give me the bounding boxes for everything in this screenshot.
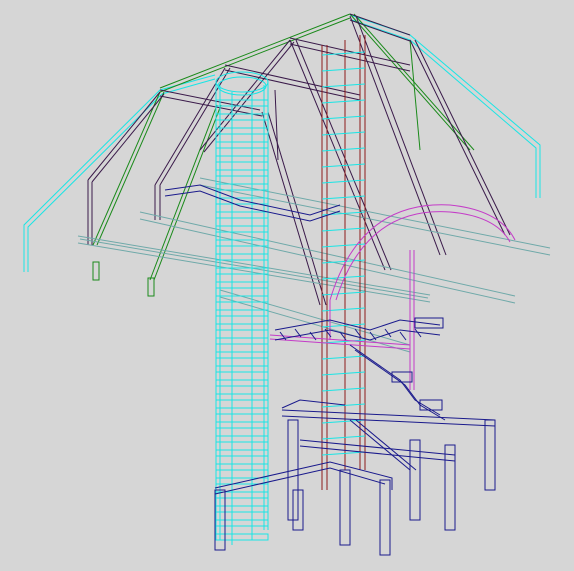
column-tie (215, 113, 269, 121)
column-tie (321, 227, 366, 232)
column-tie (321, 435, 366, 440)
column-tie (215, 239, 269, 247)
foundation-pier (379, 479, 391, 556)
column-tie (215, 211, 269, 219)
column-tie (215, 337, 269, 345)
column-tie (215, 141, 269, 149)
foundation-pier (484, 419, 496, 491)
column-tie (215, 463, 269, 471)
column-tie (215, 197, 269, 205)
stair-tread (399, 331, 407, 341)
column-tie (321, 83, 366, 88)
column-tie (321, 323, 366, 328)
column-tie (215, 351, 269, 359)
column-tie (321, 179, 366, 184)
wireframe-structure (23, 13, 551, 556)
foundation-pier (444, 444, 456, 531)
column-tie (215, 519, 269, 527)
foundation-pier (409, 439, 421, 521)
column-tie (321, 307, 366, 312)
column-tie (215, 295, 269, 303)
column-tie (321, 451, 366, 456)
foundation-pier (339, 469, 351, 546)
column-tie (321, 371, 366, 376)
column-tie (215, 505, 269, 513)
navy-stairway (164, 184, 446, 421)
column-tie (321, 147, 366, 152)
column-tie (215, 169, 269, 177)
column-tie (215, 127, 269, 135)
column-tie (215, 407, 269, 415)
column-tie (215, 435, 269, 443)
column-tie (215, 155, 269, 163)
column-tie (215, 309, 269, 317)
column-tie (321, 291, 366, 296)
column-tie (215, 253, 269, 261)
roof-truss (87, 13, 511, 306)
cad-viewport[interactable] (0, 0, 574, 571)
column-tie (215, 421, 269, 429)
column-tie (215, 183, 269, 191)
column-tie (215, 323, 269, 331)
column-tie (215, 533, 269, 541)
column-tie (321, 195, 366, 200)
column-tie (321, 387, 366, 392)
column-tie (321, 67, 366, 72)
column-tie (215, 365, 269, 373)
column-tie (321, 243, 366, 248)
column-tie (321, 355, 366, 360)
column-tie (215, 491, 269, 499)
column-tie (321, 163, 366, 168)
magenta-arch-pipe (269, 204, 516, 390)
column-tie (321, 99, 366, 104)
column-tie (215, 281, 269, 289)
column-tie (215, 477, 269, 485)
column-tie (215, 449, 269, 457)
column-tie (215, 393, 269, 401)
column-tie (215, 379, 269, 387)
